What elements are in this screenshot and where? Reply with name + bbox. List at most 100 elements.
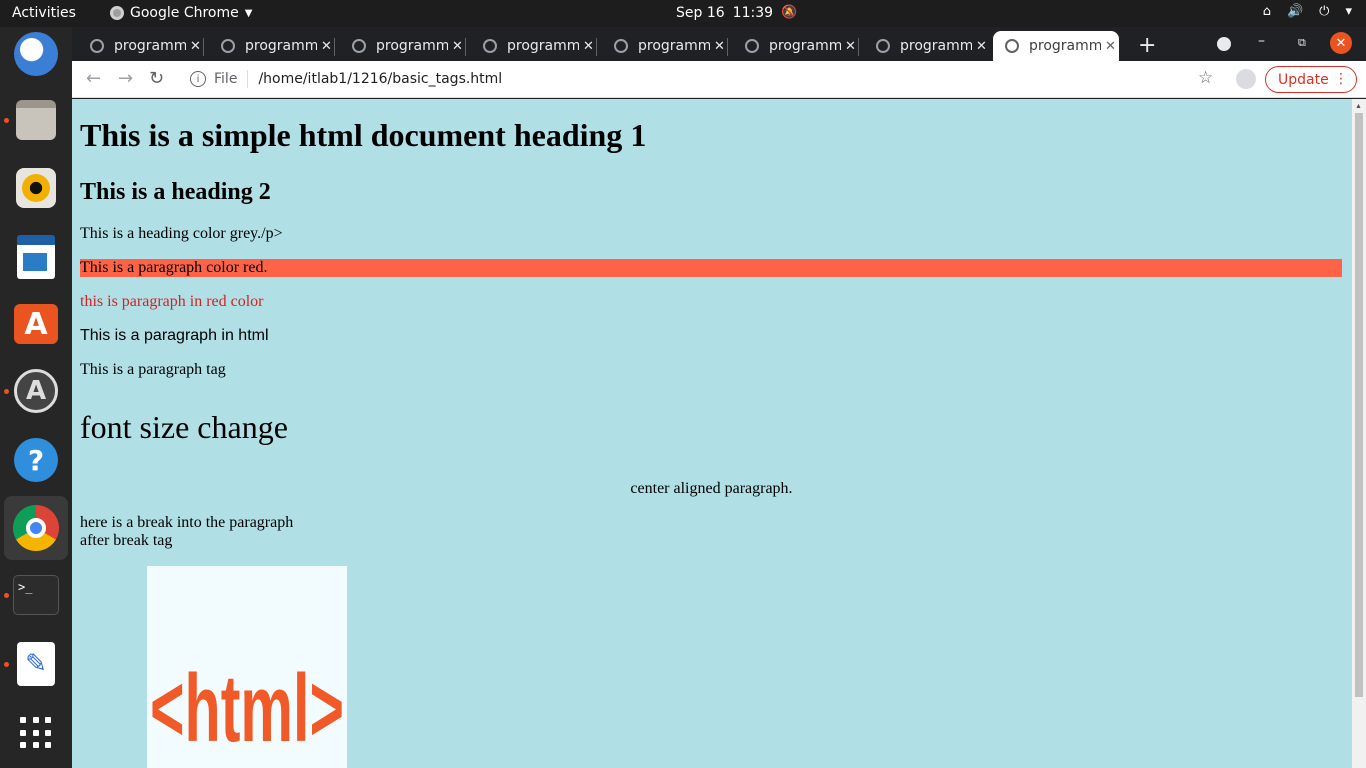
- page-heading-2: This is a heading 2: [80, 179, 271, 205]
- font-size-paragraph: font size change: [80, 409, 288, 445]
- globe-icon: [876, 39, 890, 53]
- tab-title: programming: [376, 38, 448, 54]
- close-tab-icon[interactable]: ✕: [452, 39, 463, 54]
- activities-button[interactable]: Activities: [12, 5, 76, 21]
- chrome-icon: [13, 505, 59, 551]
- close-tab-icon[interactable]: ✕: [714, 39, 725, 54]
- power-icon: ⏻: [1319, 4, 1330, 19]
- new-tab-icon[interactable]: +: [1138, 33, 1156, 58]
- tab-title: programming: [507, 38, 579, 54]
- software-launcher[interactable]: A: [12, 300, 60, 348]
- tab-title: programming: [769, 38, 841, 54]
- updater-launcher[interactable]: A: [12, 367, 60, 415]
- browser-tab[interactable]: programming ✕: [340, 31, 466, 61]
- browser-tab[interactable]: programming ✕: [471, 31, 597, 61]
- close-tab-icon[interactable]: ✕: [845, 39, 856, 54]
- system-tray[interactable]: ⌂ 🔊 ⏻ ▾: [1263, 4, 1352, 19]
- show-apps-icon: [20, 717, 52, 749]
- writer-launcher[interactable]: [12, 233, 60, 281]
- terminal-icon: >_: [13, 575, 59, 615]
- running-indicator: [4, 389, 9, 394]
- caret-down-icon: ▼: [244, 7, 253, 19]
- clock[interactable]: Sep 16 11:39 🔕: [676, 5, 797, 21]
- running-indicator: [4, 118, 9, 123]
- globe-icon: [745, 39, 759, 53]
- running-indicator: [4, 662, 9, 667]
- forward-arrow-icon[interactable]: →: [118, 68, 133, 89]
- close-tab-icon[interactable]: ✕: [976, 39, 987, 54]
- text-editor-launcher[interactable]: ✎: [12, 640, 60, 688]
- tab-separator: [334, 38, 335, 56]
- red-background-paragraph: This is a paragraph color red.: [80, 259, 1342, 277]
- break-paragraph: here is a break into the paragraph after…: [80, 514, 293, 550]
- app-menu[interactable]: Google Chrome ▼: [110, 5, 252, 21]
- tab-title: programming: [900, 38, 972, 54]
- update-button[interactable]: Update ⋮: [1265, 66, 1357, 93]
- back-arrow-icon[interactable]: ←: [86, 68, 101, 89]
- tab-search-icon[interactable]: [1217, 37, 1231, 51]
- dock: A A ? >_ ✎: [0, 27, 72, 768]
- browser-tab-active[interactable]: programming ✕: [993, 31, 1119, 61]
- close-tab-icon[interactable]: ✕: [583, 39, 594, 54]
- volume-icon: 🔊: [1286, 4, 1304, 19]
- tray-caret-icon: ▾: [1345, 4, 1352, 19]
- show-apps-button[interactable]: [12, 709, 60, 757]
- terminal-launcher[interactable]: >_: [12, 571, 60, 619]
- globe-icon: [1005, 39, 1019, 53]
- kebab-menu-icon[interactable]: ⋮: [1334, 71, 1348, 87]
- page-viewport: This is a simple html document heading 1…: [72, 99, 1366, 768]
- html-logo-image: <html>: [147, 566, 347, 768]
- reload-icon[interactable]: ↻: [149, 68, 164, 89]
- vertical-scrollbar[interactable]: ▲: [1352, 99, 1366, 768]
- close-tab-icon[interactable]: ✕: [321, 39, 332, 54]
- browser-tab[interactable]: programming ✕: [602, 31, 728, 61]
- software-icon: A: [14, 304, 58, 344]
- chrome-launcher[interactable]: [4, 496, 68, 560]
- browser-tab[interactable]: programming ✕: [78, 31, 204, 61]
- info-icon[interactable]: i: [190, 71, 206, 87]
- tab-title: programming: [114, 38, 186, 54]
- center-aligned-paragraph: center aligned paragraph.: [630, 480, 793, 497]
- scroll-up-icon[interactable]: ▲: [1355, 102, 1362, 110]
- notifications-muted-icon: 🔕: [781, 5, 798, 20]
- files-launcher[interactable]: [12, 96, 60, 144]
- restore-icon[interactable]: ⧉: [1298, 36, 1306, 50]
- clock-time: 11:39: [732, 5, 774, 21]
- globe-icon: [352, 39, 366, 53]
- break-line-1: here is a break into the paragraph: [80, 514, 294, 531]
- red-text-paragraph: this is paragraph in red color: [80, 293, 264, 310]
- thunderbird-launcher[interactable]: [12, 30, 60, 78]
- break-line-2: after break tag: [80, 532, 173, 549]
- help-launcher[interactable]: ?: [12, 436, 60, 484]
- help-icon: ?: [14, 438, 58, 482]
- writer-icon: [17, 235, 55, 279]
- close-tab-icon[interactable]: ✕: [190, 39, 201, 54]
- globe-icon: [614, 39, 628, 53]
- network-icon: ⌂: [1262, 4, 1271, 19]
- bookmark-star-icon[interactable]: ☆: [1198, 68, 1213, 88]
- page-heading-1: This is a simple html document heading 1: [80, 117, 647, 153]
- html-logo-text: <html>: [150, 655, 344, 762]
- tab-separator: [596, 38, 597, 56]
- minimize-icon[interactable]: –: [1258, 33, 1265, 49]
- url-text[interactable]: /home/itlab1/1216/basic_tags.html: [258, 71, 502, 87]
- scroll-thumb[interactable]: [1355, 113, 1363, 697]
- rhythmbox-launcher[interactable]: [12, 164, 60, 212]
- files-icon: [16, 100, 56, 140]
- address-bar[interactable]: i File /home/itlab1/1216/basic_tags.html: [180, 65, 1220, 93]
- globe-icon: [221, 39, 235, 53]
- browser-tab[interactable]: programming ✕: [209, 31, 335, 61]
- tab-title: programming: [1029, 38, 1101, 54]
- close-tab-icon[interactable]: ✕: [1105, 39, 1116, 54]
- globe-icon: [90, 39, 104, 53]
- tab-separator: [203, 38, 204, 56]
- browser-tab[interactable]: programming ✕: [864, 31, 990, 61]
- chrome-window: programming ✕ programming ✕ programming …: [72, 27, 1366, 768]
- omnibox-divider: [247, 70, 249, 88]
- tab-separator: [858, 38, 859, 56]
- profile-avatar-icon[interactable]: [1236, 69, 1256, 89]
- close-window-icon[interactable]: ✕: [1330, 32, 1352, 54]
- browser-tab[interactable]: programming ✕: [733, 31, 859, 61]
- tab-title: programming: [638, 38, 710, 54]
- tab-separator: [727, 38, 728, 56]
